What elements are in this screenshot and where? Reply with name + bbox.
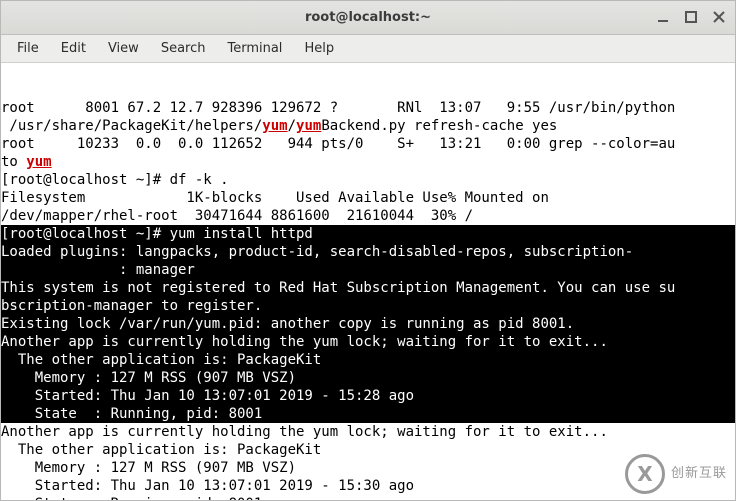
menubar: File Edit View Search Terminal Help <box>1 35 735 63</box>
terminal-text: /dev/mapper/rhel-root 30471644 8861600 2… <box>1 208 473 224</box>
terminal-text: to <box>1 154 26 170</box>
terminal-text: Existing lock /var/run/yum.pid: another … <box>1 316 574 332</box>
terminal-line: /usr/share/PackageKit/helpers/yum/yumBac… <box>1 117 735 135</box>
terminal-text: This system is not registered to Red Hat… <box>1 280 675 296</box>
terminal-line: root 10233 0.0 0.0 112652 944 pts/0 S+ 1… <box>1 135 735 153</box>
terminal-text: root 8001 67.2 12.7 928396 129672 ? RNl … <box>1 100 675 116</box>
terminal-line: Another app is currently holding the yum… <box>1 333 735 351</box>
terminal-line: Existing lock /var/run/yum.pid: another … <box>1 315 735 333</box>
terminal-text: Another app is currently holding the yum… <box>1 334 608 350</box>
close-button[interactable] <box>709 7 729 27</box>
minimize-icon <box>656 10 670 24</box>
terminal-text: State : Running, pid: 8001 <box>1 496 262 500</box>
minimize-button[interactable] <box>653 7 673 27</box>
terminal-line: Loaded plugins: langpacks, product-id, s… <box>1 243 735 261</box>
menu-terminal[interactable]: Terminal <box>217 37 292 60</box>
menu-file[interactable]: File <box>7 37 49 60</box>
terminal-text: Filesystem 1K-blocks Used Available Use%… <box>1 190 549 206</box>
terminal-line: bscription-manager to register. <box>1 297 735 315</box>
terminal-text: Memory : 127 M RSS (907 MB VSZ) <box>1 370 296 386</box>
terminal-text: yum <box>296 118 321 134</box>
terminal-text: /usr/share/PackageKit/helpers/ <box>1 118 262 134</box>
menu-view[interactable]: View <box>98 37 149 60</box>
menu-search[interactable]: Search <box>151 37 216 60</box>
terminal-window: root@localhost:~ File Edit View Search T… <box>0 0 736 501</box>
window-controls <box>653 7 729 27</box>
terminal-line: [root@localhost ~]# df -k . <box>1 171 735 189</box>
terminal-text: Another app is currently holding the yum… <box>1 424 608 440</box>
terminal-text: bscription-manager to register. <box>1 298 262 314</box>
terminal-text: The other application is: PackageKit <box>1 442 321 458</box>
terminal-text: root 10233 0.0 0.0 112652 944 pts/0 S+ 1… <box>1 136 675 152</box>
terminal-line: The other application is: PackageKit <box>1 351 735 369</box>
terminal-line: Started: Thu Jan 10 13:07:01 2019 - 15:2… <box>1 387 735 405</box>
maximize-button[interactable] <box>681 7 701 27</box>
window-title: root@localhost:~ <box>1 10 735 25</box>
terminal-text: Backend.py refresh-cache yes <box>321 118 557 134</box>
terminal-text: [root@localhost ~]# df -k . <box>1 172 229 188</box>
menu-help[interactable]: Help <box>294 37 344 60</box>
terminal-line: Memory : 127 M RSS (907 MB VSZ) <box>1 459 735 477</box>
terminal-text: yum <box>262 118 287 134</box>
terminal-text: The other application is: PackageKit <box>1 352 321 368</box>
terminal-text: [root@localhost ~]# yum install httpd <box>1 226 313 242</box>
terminal-line: Filesystem 1K-blocks Used Available Use%… <box>1 189 735 207</box>
terminal-output[interactable]: root 8001 67.2 12.7 928396 129672 ? RNl … <box>1 63 735 500</box>
terminal-text: Started: Thu Jan 10 13:07:01 2019 - 15:3… <box>1 478 414 494</box>
terminal-line: Another app is currently holding the yum… <box>1 423 735 441</box>
terminal-line: [root@localhost ~]# yum install httpd <box>1 225 735 243</box>
terminal-text: Memory : 127 M RSS (907 MB VSZ) <box>1 460 296 476</box>
titlebar: root@localhost:~ <box>1 1 735 35</box>
terminal-line: The other application is: PackageKit <box>1 441 735 459</box>
close-icon <box>712 10 726 24</box>
terminal-line: State : Running, pid: 8001 <box>1 495 735 500</box>
terminal-line: This system is not registered to Red Hat… <box>1 279 735 297</box>
terminal-line: Memory : 127 M RSS (907 MB VSZ) <box>1 369 735 387</box>
terminal-line: Started: Thu Jan 10 13:07:01 2019 - 15:3… <box>1 477 735 495</box>
menu-edit[interactable]: Edit <box>51 37 96 60</box>
terminal-text: State : Running, pid: 8001 <box>1 406 262 422</box>
terminal-text: / <box>288 118 296 134</box>
terminal-line: root 8001 67.2 12.7 928396 129672 ? RNl … <box>1 99 735 117</box>
terminal-text: Started: Thu Jan 10 13:07:01 2019 - 15:2… <box>1 388 414 404</box>
terminal-line: State : Running, pid: 8001 <box>1 405 735 423</box>
terminal-text: : manager <box>1 262 195 278</box>
terminal-text: Loaded plugins: langpacks, product-id, s… <box>1 244 633 260</box>
maximize-icon <box>684 10 698 24</box>
terminal-line: /dev/mapper/rhel-root 30471644 8861600 2… <box>1 207 735 225</box>
terminal-text: yum <box>26 154 51 170</box>
terminal-line: : manager <box>1 261 735 279</box>
terminal-line: to yum <box>1 153 735 171</box>
